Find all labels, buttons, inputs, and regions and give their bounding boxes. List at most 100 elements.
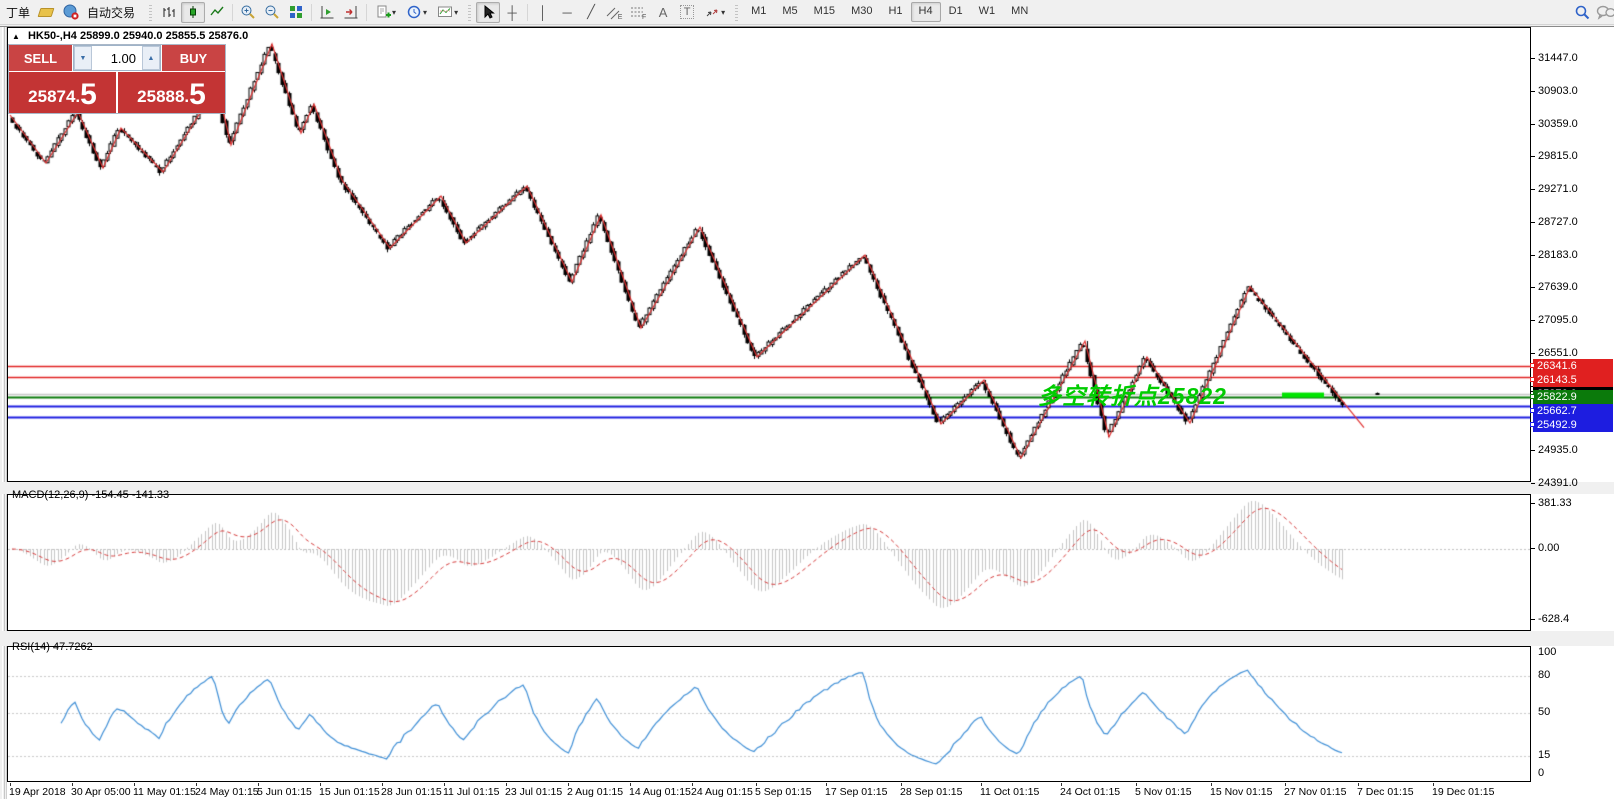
timeframe-d1[interactable]: D1 [941,2,971,22]
volume-input[interactable] [92,46,142,70]
timeframe-m5[interactable]: M5 [774,2,805,22]
horizontal-line-button[interactable]: ─ [555,2,579,23]
macd-axis-label: 381.33 [1538,497,1572,510]
fibonacci-button[interactable]: F [627,2,651,23]
toolbar-separator [232,4,233,21]
time-axis-label: 19 Apr 2018 [9,786,66,798]
macd-canvas[interactable] [8,495,1530,630]
channel-button[interactable]: E [603,2,627,23]
volume-stepper: ▼ ▲ [73,45,161,71]
time-axis-tick [568,783,569,786]
toolbar-drag-handle [735,3,738,21]
buy-button[interactable]: BUY [162,45,225,71]
axis-tick [1531,503,1535,504]
time-axis-label: 11 Oct 01:15 [980,786,1039,798]
time-axis-label: 24 May 01:15 [195,786,259,798]
line-handle-square[interactable] [1530,377,1535,382]
timeframe-m15[interactable]: M15 [806,2,843,22]
sell-price-pip: 5 [80,83,97,108]
templates-button[interactable]: ▾ [432,2,463,23]
timeframe-m30[interactable]: M30 [843,2,880,22]
time-axis-tick [1358,783,1359,786]
time-axis[interactable]: 19 Apr 201830 Apr 05:0011 May 01:1524 Ma… [7,783,1531,799]
auto-trading-icon [63,4,79,20]
pane-separator[interactable] [0,631,1614,646]
time-axis-label: 2 Aug 01:15 [567,786,623,798]
level-line-label[interactable]: 25662.7 [1533,404,1613,418]
main-price-axis[interactable]: 31447.030903.030359.029815.029271.028727… [1531,27,1614,482]
bar-chart-button[interactable] [157,2,181,23]
axis-tick [1531,255,1535,256]
timeframe-h4[interactable]: H4 [911,2,941,22]
zoom-out-button[interactable] [260,2,284,23]
window-resize-grip[interactable] [0,27,7,799]
vertical-line-button[interactable]: │ [531,2,555,23]
timeframe-m1[interactable]: M1 [743,2,774,22]
new-order-label[interactable]: 丁单 [6,4,30,21]
indicators-button[interactable]: ▾ [370,2,401,23]
trendline-button[interactable]: ╱ [579,2,603,23]
chevron-down-icon: ▾ [423,8,427,17]
time-axis-label: 11 May 01:15 [133,786,196,798]
time-axis-tick [1433,783,1434,786]
rsi-canvas[interactable] [8,647,1530,781]
timeframe-mn[interactable]: MN [1003,2,1036,22]
line-handle-square[interactable] [1530,394,1535,399]
level-line-label[interactable]: 26341.6 [1533,359,1613,373]
level-line-label[interactable]: 25822.9 [1533,390,1613,404]
level-line-label[interactable]: 26143.5 [1533,373,1613,387]
time-axis-tick [1285,783,1286,786]
tile-windows-icon[interactable] [284,2,308,23]
periods-button[interactable]: ▾ [401,2,432,23]
trading-terminal: 丁单 自动交易 [0,0,1614,799]
pane-separator[interactable] [0,482,1614,494]
line-handle-square[interactable] [1530,408,1535,413]
axis-tick-label: 27095.0 [1538,314,1578,327]
sell-button[interactable]: SELL [9,45,72,71]
rsi-axis-label: 100 [1538,646,1556,659]
line-handle-square[interactable] [1530,422,1535,427]
collapse-panel-icon[interactable]: ▲ [12,32,20,41]
level-line-label[interactable]: 25492.9 [1533,418,1613,432]
chat-icon[interactable] [1594,2,1614,23]
chart-shift-button[interactable] [315,2,339,23]
cursor-button[interactable] [476,2,500,23]
sell-price: 25874. [28,88,80,108]
auto-trading-button[interactable]: 自动交易 [58,2,144,23]
volume-decrease-button[interactable]: ▼ [74,46,92,70]
time-axis-tick [382,783,383,786]
line-handle-square[interactable] [1530,363,1535,368]
timeframe-w1[interactable]: W1 [971,2,1004,22]
text-label-button[interactable]: T [675,2,699,23]
chevron-down-icon: ▾ [721,8,725,17]
crosshair-button[interactable]: ┼ [500,2,524,23]
macd-axis-label: -628.4 [1538,613,1569,626]
buy-price-box[interactable]: 25888. 5 [118,72,225,113]
line-chart-button[interactable] [205,2,229,23]
axis-tick [1531,619,1535,620]
candlestick-chart-button[interactable] [181,2,205,23]
macd-axis[interactable]: 381.330.00-628.4 [1531,494,1614,631]
axis-tick-label: 29271.0 [1538,183,1578,196]
toolbar-separator [366,4,367,21]
rsi-axis[interactable]: 1008050150 [1531,646,1614,782]
main-chart-canvas[interactable] [8,28,1530,481]
pivot-annotation-text[interactable]: 多空转折点25822 [1038,377,1227,411]
auto-scroll-button[interactable] [339,2,363,23]
time-axis-label: 17 Sep 01:15 [825,786,887,798]
sell-price-box[interactable]: 25874. 5 [9,72,116,113]
arrows-button[interactable]: ▾ [699,2,730,23]
axis-tick-label: 28727.0 [1538,216,1578,229]
rsi-axis-label: 0 [1538,767,1544,780]
time-axis-tick [630,783,631,786]
volume-increase-button[interactable]: ▲ [142,46,160,70]
text-button[interactable]: A [651,2,675,23]
search-icon[interactable] [1570,2,1594,23]
timeframe-h1[interactable]: H1 [880,2,910,22]
new-order-icon[interactable] [34,2,58,23]
rsi-pane [7,646,1531,782]
zoom-in-button[interactable] [236,2,260,23]
fibonacci-tag: F [642,14,646,21]
time-axis-label: 5 Jun 01:15 [257,786,312,798]
time-axis-label: 28 Jun 01:15 [381,786,442,798]
